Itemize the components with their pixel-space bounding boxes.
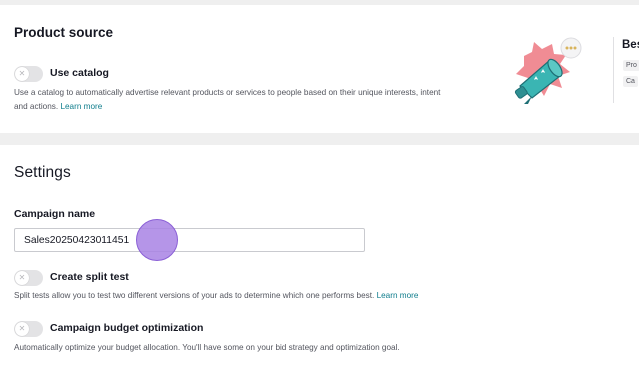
product-source-card: Product source ✕ Use catalog Use a catal… [0,5,639,133]
settings-title: Settings [14,164,71,181]
use-catalog-label: Use catalog [50,67,109,79]
split-test-learn-more-link[interactable]: Learn more [377,291,419,300]
product-source-title: Product source [14,25,114,40]
use-catalog-toggle[interactable]: ✕ [14,66,43,82]
side-tag-category: Ca [623,76,638,87]
settings-card: Settings Campaign name ✕ Create split te… [0,145,639,374]
x-icon: ✕ [15,271,29,285]
use-catalog-description: Use a catalog to automatically advertise… [14,88,441,111]
side-divider [613,37,614,103]
split-test-description: Split tests allow you to test two differ… [14,291,419,300]
side-panel-title: Bes [622,39,639,51]
x-icon: ✕ [15,67,29,81]
split-test-label: Create split test [50,271,129,283]
budget-optimization-toggle[interactable]: ✕ [14,321,43,337]
click-indicator [136,219,178,261]
campaign-name-input[interactable] [14,228,365,252]
megaphone-illustration [514,37,582,104]
budget-optimization-label: Campaign budget optimization [50,322,204,334]
campaign-name-label: Campaign name [14,208,96,220]
x-icon: ✕ [15,322,29,336]
learn-more-link[interactable]: Learn more [60,102,102,111]
split-test-toggle[interactable]: ✕ [14,270,43,286]
budget-optimization-description: Automatically optimize your budget alloc… [14,343,400,352]
side-tag-product: Pro [623,60,639,71]
